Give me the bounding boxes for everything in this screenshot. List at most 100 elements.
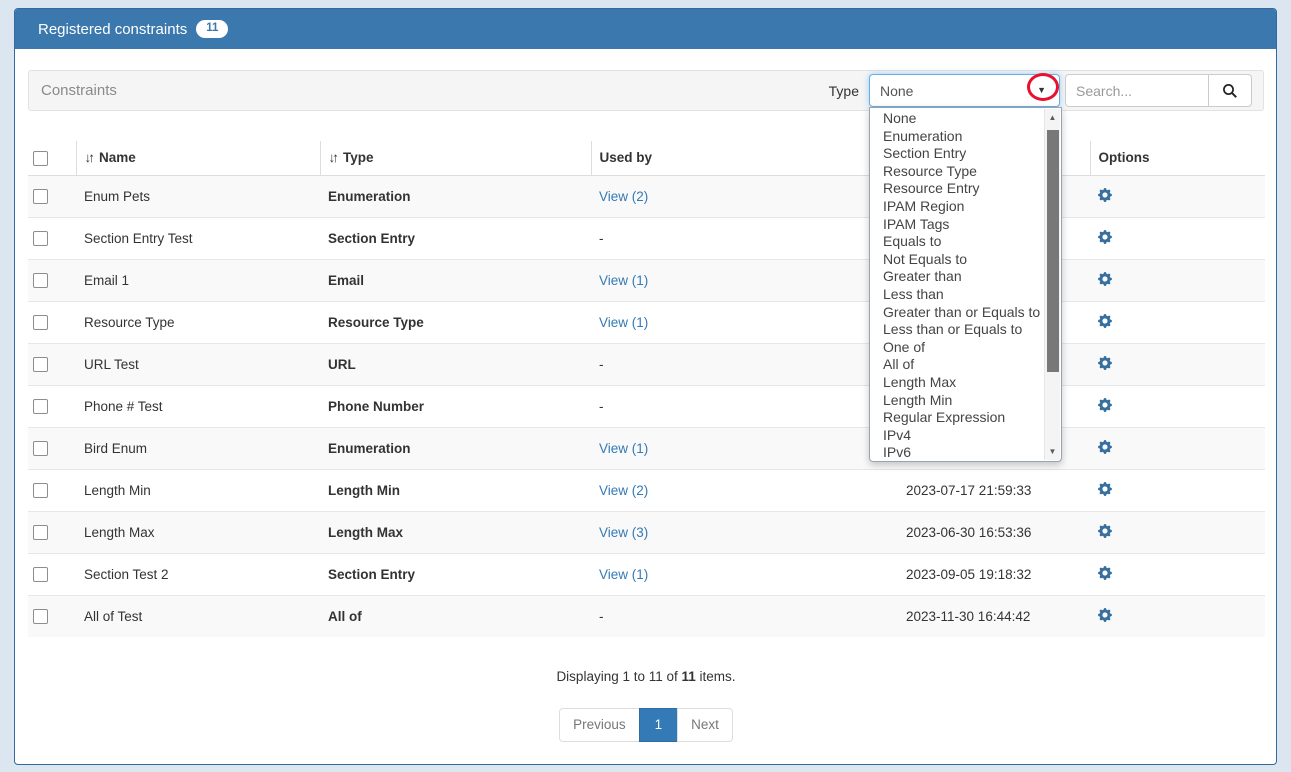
dropdown-option[interactable]: Greater than or Equals to bbox=[870, 304, 1045, 322]
checkbox-cell bbox=[28, 217, 76, 259]
name-cell: Bird Enum bbox=[76, 427, 320, 469]
view-link[interactable]: View (1) bbox=[599, 273, 648, 288]
gear-icon[interactable] bbox=[1098, 440, 1112, 454]
used-by-cell: View (1) bbox=[591, 259, 898, 301]
row-checkbox[interactable] bbox=[33, 441, 48, 456]
select-all-checkbox[interactable] bbox=[33, 151, 48, 166]
gear-icon[interactable] bbox=[1098, 524, 1112, 538]
gear-icon[interactable] bbox=[1098, 482, 1112, 496]
table-row: Resource TypeResource TypeView (1) bbox=[28, 301, 1265, 343]
sort-icon: ↓↑ bbox=[85, 150, 93, 165]
dropdown-scrollbar[interactable]: ▲ ▼ bbox=[1044, 109, 1060, 460]
checkbox-cell bbox=[28, 301, 76, 343]
row-checkbox[interactable] bbox=[33, 567, 48, 582]
search-input[interactable] bbox=[1065, 74, 1208, 107]
gear-icon[interactable] bbox=[1098, 356, 1112, 370]
dropdown-option[interactable]: IPAM Region bbox=[870, 198, 1045, 216]
name-cell: Phone # Test bbox=[76, 385, 320, 427]
column-header-name[interactable]: ↓↑ Name bbox=[76, 141, 320, 175]
dropdown-option[interactable]: Length Min bbox=[870, 392, 1045, 410]
dropdown-option[interactable]: Equals to bbox=[870, 233, 1045, 251]
options-cell bbox=[1090, 301, 1265, 343]
used-by-cell: - bbox=[591, 595, 898, 637]
gear-icon[interactable] bbox=[1098, 188, 1112, 202]
name-cell: Section Test 2 bbox=[76, 553, 320, 595]
items-summary: Displaying 1 to 11 of 11 items. bbox=[28, 669, 1264, 684]
row-checkbox[interactable] bbox=[33, 273, 48, 288]
toolbar-controls: Type None ▼ bbox=[829, 74, 1252, 107]
current-page-button[interactable]: 1 bbox=[639, 708, 679, 742]
previous-page-button[interactable]: Previous bbox=[559, 708, 640, 742]
used-by-cell: View (1) bbox=[591, 553, 898, 595]
type-filter-label: Type bbox=[829, 83, 859, 99]
type-select[interactable]: None ▼ bbox=[869, 74, 1060, 107]
row-checkbox[interactable] bbox=[33, 399, 48, 414]
view-link[interactable]: View (2) bbox=[599, 483, 648, 498]
row-checkbox[interactable] bbox=[33, 483, 48, 498]
gear-icon[interactable] bbox=[1098, 272, 1112, 286]
panel-header: Registered constraints 11 bbox=[15, 9, 1276, 49]
column-label: Used by bbox=[600, 150, 653, 165]
updated-cell: 2023-06-30 16:53:36 bbox=[898, 511, 1090, 553]
gear-icon[interactable] bbox=[1098, 230, 1112, 244]
dropdown-option[interactable]: All of bbox=[870, 356, 1045, 374]
dropdown-option[interactable]: Regular Expression bbox=[870, 409, 1045, 427]
name-cell: Resource Type bbox=[76, 301, 320, 343]
dropdown-option[interactable]: Section Entry bbox=[870, 145, 1045, 163]
view-link[interactable]: View (1) bbox=[599, 567, 648, 582]
constraints-table: ↓↑Name↓↑TypeUsed byOptions Enum PetsEnum… bbox=[28, 141, 1265, 637]
dropdown-option[interactable]: Enumeration bbox=[870, 128, 1045, 146]
view-link[interactable]: View (1) bbox=[599, 441, 648, 456]
summary-suffix: items. bbox=[696, 669, 736, 684]
row-checkbox[interactable] bbox=[33, 525, 48, 540]
dropdown-option[interactable]: Not Equals to bbox=[870, 251, 1045, 269]
gear-icon[interactable] bbox=[1098, 608, 1112, 622]
gear-icon[interactable] bbox=[1098, 314, 1112, 328]
dropdown-option[interactable]: Less than or Equals to bbox=[870, 321, 1045, 339]
view-link[interactable]: View (2) bbox=[599, 189, 648, 204]
name-cell: Section Entry Test bbox=[76, 217, 320, 259]
scrollbar-thumb[interactable] bbox=[1047, 130, 1059, 372]
dropdown-option[interactable]: Less than bbox=[870, 286, 1045, 304]
row-checkbox[interactable] bbox=[33, 357, 48, 372]
dropdown-option[interactable]: None bbox=[870, 110, 1045, 128]
scroll-up-arrow-icon[interactable]: ▲ bbox=[1045, 110, 1060, 125]
toolbar-title: Constraints bbox=[41, 82, 117, 99]
name-cell: Length Min bbox=[76, 469, 320, 511]
gear-icon[interactable] bbox=[1098, 398, 1112, 412]
type-cell: Length Max bbox=[320, 511, 591, 553]
options-cell bbox=[1090, 343, 1265, 385]
gear-icon[interactable] bbox=[1098, 566, 1112, 580]
dropdown-option[interactable]: One of bbox=[870, 339, 1045, 357]
checkbox-cell bbox=[28, 427, 76, 469]
dropdown-option[interactable]: IPv4 bbox=[870, 427, 1045, 445]
pagination: Previous1Next bbox=[28, 708, 1264, 742]
type-cell: Section Entry bbox=[320, 553, 591, 595]
scroll-down-arrow-icon[interactable]: ▼ bbox=[1045, 444, 1060, 459]
checkbox-cell bbox=[28, 511, 76, 553]
table-header-row: ↓↑ Name ↓↑Type Used by Options bbox=[28, 141, 1265, 175]
dropdown-option[interactable]: IPAM Tags bbox=[870, 216, 1045, 234]
row-checkbox[interactable] bbox=[33, 231, 48, 246]
dropdown-option[interactable]: Greater than bbox=[870, 268, 1045, 286]
dropdown-option[interactable]: Resource Entry bbox=[870, 180, 1045, 198]
row-checkbox[interactable] bbox=[33, 609, 48, 624]
dropdown-option[interactable]: Resource Type bbox=[870, 163, 1045, 181]
table-row: Email 1EmailView (1) bbox=[28, 259, 1265, 301]
checkbox-cell bbox=[28, 343, 76, 385]
type-cell: Enumeration bbox=[320, 427, 591, 469]
column-header-type[interactable]: ↓↑Type bbox=[320, 141, 591, 175]
view-link[interactable]: View (1) bbox=[599, 315, 648, 330]
search-button[interactable] bbox=[1208, 74, 1252, 107]
view-link[interactable]: View (3) bbox=[599, 525, 648, 540]
column-label: Name bbox=[99, 150, 136, 165]
options-cell bbox=[1090, 385, 1265, 427]
updated-cell: 2023-07-17 21:59:33 bbox=[898, 469, 1090, 511]
next-page-button[interactable]: Next bbox=[677, 708, 733, 742]
column-header-options: Options bbox=[1090, 141, 1265, 175]
row-checkbox[interactable] bbox=[33, 189, 48, 204]
dropdown-option[interactable]: IPv6 bbox=[870, 444, 1045, 462]
row-checkbox[interactable] bbox=[33, 315, 48, 330]
page-title: Registered constraints bbox=[38, 21, 187, 38]
dropdown-option[interactable]: Length Max bbox=[870, 374, 1045, 392]
